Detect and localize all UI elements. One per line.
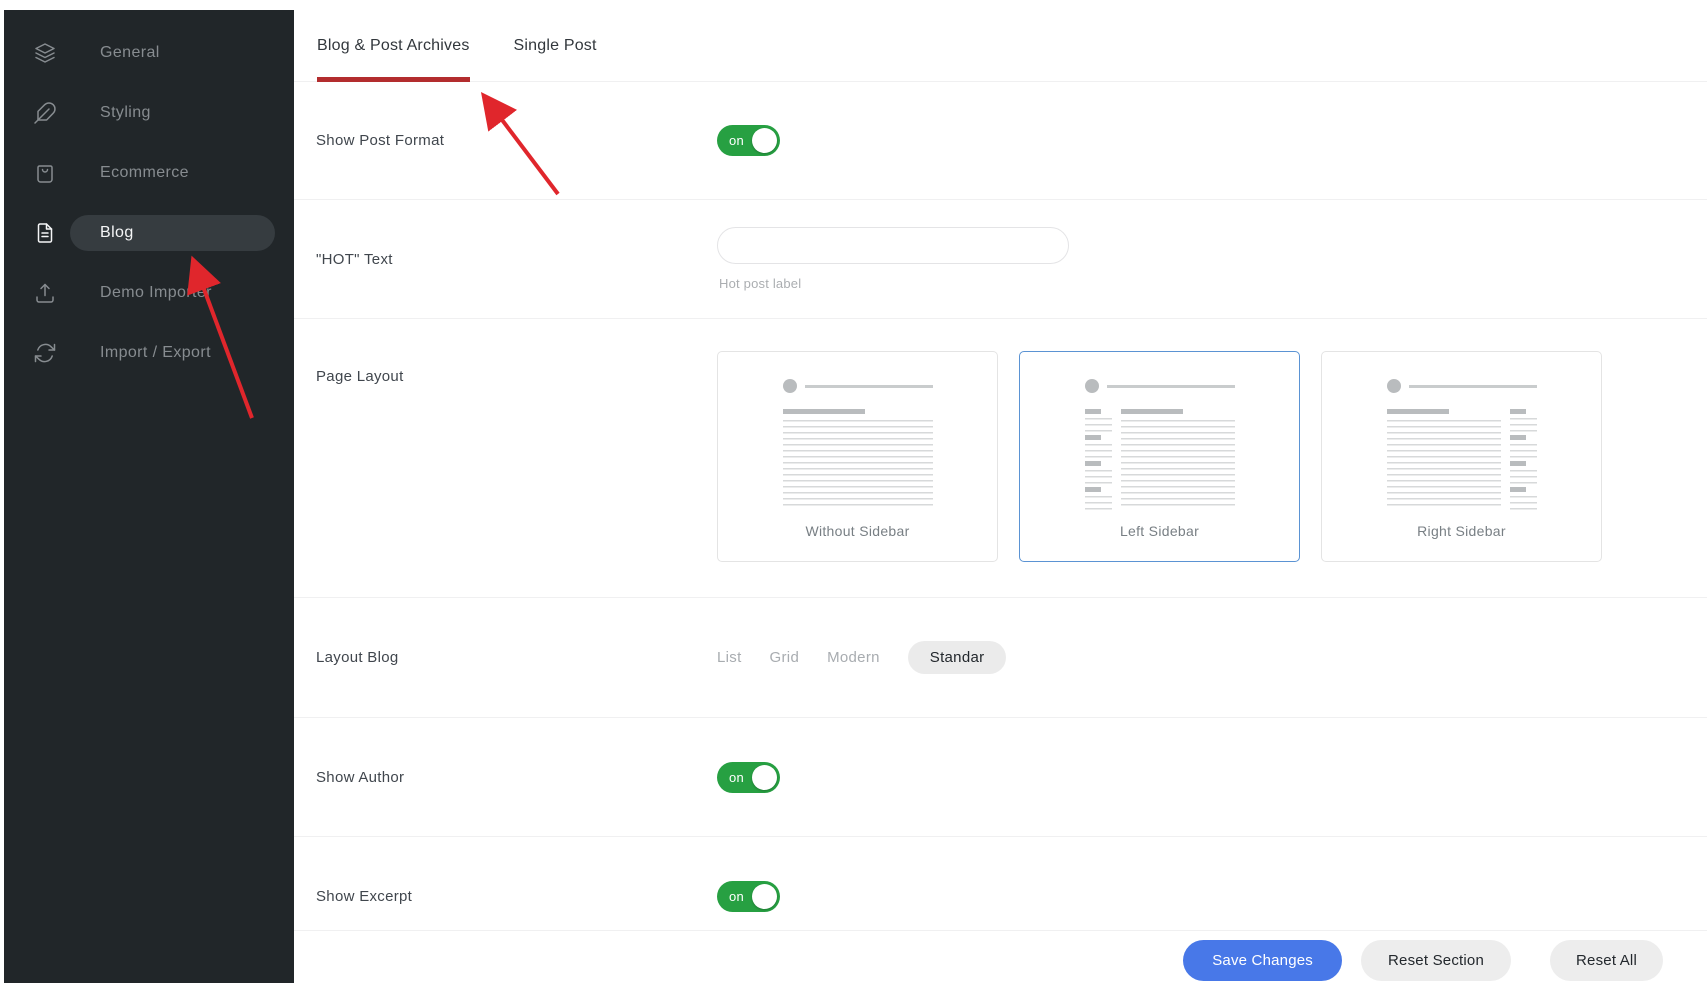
layout-thumbnail-right-sidebar bbox=[1387, 379, 1537, 510]
tab-blog-post-archives[interactable]: Blog & Post Archives bbox=[317, 10, 470, 81]
sidebar-item-label: Styling bbox=[100, 104, 151, 122]
page-layout-option-right-sidebar[interactable]: Right Sidebar bbox=[1321, 351, 1602, 562]
sync-icon bbox=[33, 341, 57, 365]
reset-section-button[interactable]: Reset Section bbox=[1361, 940, 1511, 981]
setting-label: Show Excerpt bbox=[316, 888, 717, 905]
toggle-knob bbox=[752, 128, 777, 153]
helper-text: Hot post label bbox=[719, 276, 1707, 291]
toggle-state-label: on bbox=[729, 133, 744, 148]
show-post-format-toggle[interactable]: on bbox=[717, 125, 780, 156]
hot-text-input[interactable] bbox=[717, 227, 1069, 264]
layout-blog-option-modern[interactable]: Modern bbox=[827, 641, 880, 674]
reset-all-button[interactable]: Reset All bbox=[1550, 940, 1663, 981]
layout-blog-option-standar[interactable]: Standar bbox=[908, 641, 1007, 674]
tab-bar: Blog & Post Archives Single Post bbox=[294, 10, 1707, 82]
sidebar-item-ecommerce[interactable]: Ecommerce bbox=[4, 143, 294, 203]
setting-label: Page Layout bbox=[316, 319, 717, 385]
sidebar-item-label: General bbox=[100, 44, 160, 62]
setting-label: "HOT" Text bbox=[316, 251, 717, 268]
setting-row-page-layout: Page Layout Without Sidebar bbox=[294, 319, 1707, 598]
toggle-knob bbox=[752, 884, 777, 909]
toggle-state-label: on bbox=[729, 889, 744, 904]
sidebar-item-label: Demo Importer bbox=[100, 284, 212, 302]
show-author-toggle[interactable]: on bbox=[717, 762, 780, 793]
layout-option-label: Without Sidebar bbox=[805, 523, 909, 539]
sidebar-item-demo-importer[interactable]: Demo Importer bbox=[4, 263, 294, 323]
sidebar-item-general[interactable]: General bbox=[4, 23, 294, 83]
theme-options-panel: General Styling Ecommerce bbox=[0, 0, 1707, 983]
sidebar-item-label: Blog bbox=[100, 224, 134, 242]
settings-sidebar: General Styling Ecommerce bbox=[4, 10, 294, 983]
layout-thumbnail-without-sidebar bbox=[783, 379, 933, 510]
shopping-bag-icon bbox=[33, 161, 57, 185]
sidebar-item-label: Ecommerce bbox=[100, 164, 189, 182]
layout-blog-options: List Grid Modern Standar bbox=[717, 641, 1707, 674]
feather-icon bbox=[33, 101, 57, 125]
settings-content: Blog & Post Archives Single Post Show Po… bbox=[294, 10, 1707, 983]
tab-single-post[interactable]: Single Post bbox=[514, 10, 597, 81]
setting-row-show-post-format: Show Post Format on bbox=[294, 82, 1707, 200]
layers-icon bbox=[33, 41, 57, 65]
sidebar-item-styling[interactable]: Styling bbox=[4, 83, 294, 143]
layout-option-label: Left Sidebar bbox=[1120, 523, 1199, 539]
setting-row-hot-text: "HOT" Text Hot post label bbox=[294, 200, 1707, 319]
setting-row-show-excerpt: Show Excerpt on bbox=[294, 837, 1707, 930]
toggle-state-label: on bbox=[729, 770, 744, 785]
setting-label: Layout Blog bbox=[316, 649, 717, 666]
layout-blog-option-grid[interactable]: Grid bbox=[770, 641, 800, 674]
save-changes-button[interactable]: Save Changes bbox=[1183, 940, 1342, 981]
setting-label: Show Author bbox=[316, 769, 717, 786]
setting-label: Show Post Format bbox=[316, 132, 717, 149]
layout-option-label: Right Sidebar bbox=[1417, 523, 1506, 539]
footer-action-bar: Save Changes Reset Section Reset All bbox=[294, 930, 1707, 983]
layout-thumbnail-left-sidebar bbox=[1085, 379, 1235, 510]
document-icon bbox=[33, 221, 57, 245]
layout-blog-option-list[interactable]: List bbox=[717, 641, 742, 674]
page-layout-option-without-sidebar[interactable]: Without Sidebar bbox=[717, 351, 998, 562]
toggle-knob bbox=[752, 765, 777, 790]
setting-row-layout-blog: Layout Blog List Grid Modern Standar bbox=[294, 598, 1707, 718]
page-layout-option-left-sidebar[interactable]: Left Sidebar bbox=[1019, 351, 1300, 562]
upload-icon bbox=[33, 281, 57, 305]
setting-row-show-author: Show Author on bbox=[294, 718, 1707, 837]
sidebar-item-import-export[interactable]: Import / Export bbox=[4, 323, 294, 383]
show-excerpt-toggle[interactable]: on bbox=[717, 881, 780, 912]
sidebar-item-label: Import / Export bbox=[100, 344, 211, 362]
sidebar-item-blog[interactable]: Blog bbox=[4, 203, 294, 263]
